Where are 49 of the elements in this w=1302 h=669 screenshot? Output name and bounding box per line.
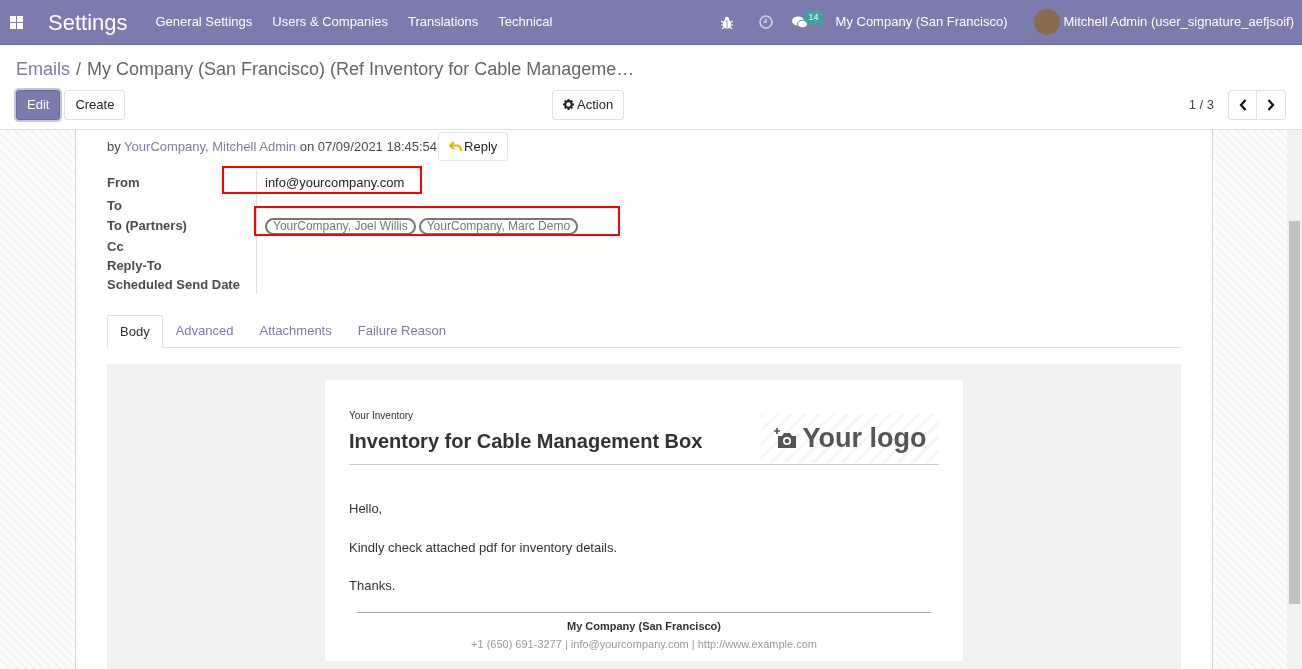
field-value: info@yourcompany.com: [265, 174, 405, 193]
email-paragraph: Thanks.: [349, 577, 397, 595]
field-label: Cc: [107, 237, 125, 256]
menu-item[interactable]: Technical: [488, 12, 563, 32]
bug-icon[interactable]: [720, 15, 733, 29]
field-label: From: [107, 174, 141, 193]
notebook-tab[interactable]: Body: [107, 315, 163, 348]
gear-icon: [563, 99, 574, 110]
apps-menu-icon[interactable]: [10, 15, 23, 29]
breadcrumb-link[interactable]: Emails: [16, 59, 70, 79]
app-title: Settings: [48, 8, 128, 37]
menu-item[interactable]: Users & Companies: [262, 12, 398, 32]
breadcrumb-separator: /: [76, 59, 82, 79]
message-count-badge: 14: [803, 10, 824, 24]
author-link[interactable]: YourCompany, Mitchell Admin: [124, 139, 297, 154]
email-paragraph: Kindly check attached pdf for inventory details.: [349, 538, 619, 557]
menu-item[interactable]: Translations: [397, 12, 489, 32]
breadcrumb-current: My Company (San Francisco) (Ref Inventory for Cable Manageme…: [87, 59, 635, 79]
reply-button[interactable]: Reply: [438, 132, 509, 161]
reply-arrow-icon: [449, 141, 463, 152]
user-menu[interactable]: Mitchell Admin (user_signature_aefjsoif): [1063, 12, 1294, 32]
message-byline: by YourCompany, Mitchell Admin on 07/09/2021 18:45:54: [107, 138, 438, 156]
notebook-tab[interactable]: Attachments: [246, 315, 345, 347]
email-title: Inventory for Cable Management Box: [349, 429, 704, 454]
clock-icon[interactable]: [758, 15, 773, 29]
edit-button[interactable]: Edit: [16, 89, 61, 120]
footer-contact: +1 (650) 691-3277 | info@yourcompany.com | http://www.example.com: [470, 637, 818, 652]
add-camera-icon: [773, 428, 797, 449]
scrollbar-thumb[interactable]: [1289, 221, 1300, 604]
company-switcher[interactable]: My Company (San Francisco): [835, 12, 1008, 32]
pager-value: 1 / 3: [1188, 95, 1214, 114]
chevron-right-icon: [1267, 98, 1275, 111]
action-button[interactable]: Action: [552, 89, 625, 120]
field-label: Reply-To: [107, 256, 163, 275]
notebook-tab[interactable]: Failure Reason: [344, 315, 459, 347]
field-label: To: [107, 196, 123, 215]
field-label: To (Partners): [107, 217, 188, 236]
notebook-tab[interactable]: Advanced: [162, 315, 247, 347]
field-label: Scheduled Send Date: [107, 275, 241, 294]
logo-text: Your logo: [802, 422, 927, 456]
chevron-left-icon: [1238, 98, 1247, 111]
partner-tag: YourCompany, Joel Willis: [265, 217, 416, 235]
user-avatar: [1033, 9, 1060, 35]
create-button[interactable]: Create: [64, 89, 126, 120]
email-paragraph: Hello,: [349, 500, 384, 518]
menu-item[interactable]: General Settings: [145, 12, 263, 32]
partner-tag: YourCompany, Marc Demo: [418, 217, 579, 235]
email-kicker: Your Inventory: [349, 409, 415, 423]
footer-company: My Company (San Francisco): [565, 618, 722, 634]
